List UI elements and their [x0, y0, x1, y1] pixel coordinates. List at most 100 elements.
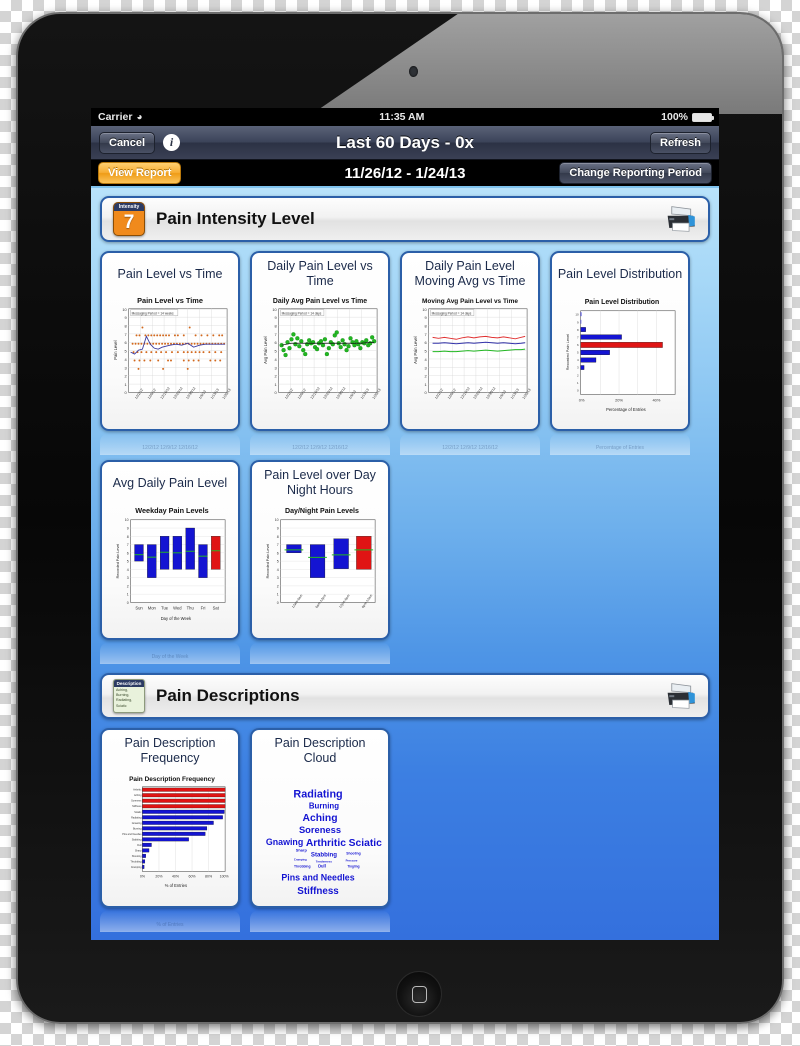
card-pain-level-distribution[interactable]: Pain Level Distribution Pain Level Distr… — [550, 251, 690, 431]
chart-weekday-pain-levels: Weekday Pain Levels 10 9 8 7 6 5 4 3 2 1… — [107, 501, 233, 633]
svg-text:1: 1 — [277, 593, 279, 597]
svg-text:7: 7 — [125, 332, 127, 337]
card-pain-level-vs-time[interactable]: Pain Level vs Time Pain Level vs Time Me… — [100, 251, 240, 431]
svg-text:6: 6 — [125, 340, 128, 345]
svg-text:Recorded Pain Level: Recorded Pain Level — [565, 334, 570, 371]
view-report-button[interactable]: View Report — [98, 162, 182, 184]
svg-text:6: 6 — [577, 343, 579, 347]
svg-text:5: 5 — [125, 349, 128, 354]
intensity-badge-icon: Intensity 7 — [113, 202, 145, 236]
svg-text:9: 9 — [277, 526, 279, 530]
svg-text:0%: 0% — [579, 397, 585, 402]
card-reflection: Day of the Week — [100, 642, 240, 664]
svg-text:Pain Level: Pain Level — [113, 340, 118, 359]
svg-text:7: 7 — [275, 332, 277, 337]
chart-daily-avg-pain-level: Daily Avg Pain Level vs Time Messaging P… — [257, 292, 383, 424]
chart-day-night-pain-levels: Day/Night Pain Levels 10 9 8 7 6 5 4 3 2… — [257, 501, 383, 633]
svg-text:5: 5 — [277, 560, 279, 564]
svg-text:9: 9 — [125, 315, 127, 320]
cloud-word-aching: Aching — [303, 813, 338, 824]
cloud-word-stabbing: Stabbing — [311, 852, 337, 859]
svg-text:3: 3 — [127, 576, 129, 580]
card-reflection: % of Entries — [100, 910, 240, 932]
cloud-word-arthritic: Arthritic — [306, 838, 346, 849]
svg-text:3: 3 — [275, 365, 278, 370]
card-title: Pain Level vs Time — [117, 266, 223, 281]
svg-text:4: 4 — [277, 568, 279, 572]
svg-text:Stiffness: Stiffness — [132, 805, 142, 808]
svg-text:2: 2 — [275, 374, 277, 379]
card-daily-moving-avg[interactable]: Daily Pain Level Moving Avg vs Time Movi… — [400, 251, 540, 431]
svg-text:Cramping: Cramping — [131, 866, 142, 869]
card-pain-description-cloud[interactable]: Pain Description Cloud Radiating Burning… — [250, 728, 390, 908]
card-title: Pain Description Frequency — [124, 736, 216, 765]
svg-text:Messaging Period = 14 days: Messaging Period = 14 days — [282, 311, 322, 315]
svg-text:2: 2 — [125, 374, 127, 379]
svg-text:4: 4 — [425, 357, 428, 362]
section-header-pain-intensity[interactable]: Intensity 7 Pain Intensity Level — [100, 196, 710, 242]
screen-glare — [312, 14, 782, 114]
card-reflection — [250, 642, 390, 664]
info-icon[interactable]: i — [163, 134, 181, 151]
svg-text:Wed: Wed — [173, 605, 182, 610]
printer-icon[interactable] — [663, 205, 697, 233]
svg-text:Recorded Pain Level: Recorded Pain Level — [266, 544, 270, 579]
svg-text:7: 7 — [277, 543, 279, 547]
home-button[interactable] — [396, 971, 442, 1017]
cloud-word-cramping: Cramping — [294, 858, 307, 862]
svg-text:4: 4 — [127, 568, 129, 572]
description-badge-icon: Description Aching, Burning, Radiating, Sci… — [113, 679, 145, 713]
card-reflection: 12/2/12 12/9/12 12/16/12 — [400, 433, 540, 455]
svg-text:1: 1 — [577, 381, 579, 385]
svg-text:20%: 20% — [615, 397, 623, 402]
svg-text:1: 1 — [125, 382, 127, 387]
refresh-button[interactable]: Refresh — [650, 131, 711, 154]
chart-row-2: Avg Daily Pain Level Weekday Pain Levels — [100, 460, 710, 640]
svg-text:0%: 0% — [140, 874, 146, 878]
svg-text:Thu: Thu — [187, 605, 195, 610]
cloud-word-pressure: Pressure — [346, 859, 358, 863]
svg-text:9: 9 — [275, 315, 277, 320]
svg-text:4: 4 — [275, 357, 278, 362]
cancel-button[interactable]: Cancel — [99, 131, 156, 154]
ipad-device: Carrier ◕ 11:35 AM 100% Cancel i Last 60… — [16, 12, 784, 1024]
printer-icon[interactable] — [663, 682, 697, 710]
svg-text:Pain Level vs Time: Pain Level vs Time — [137, 296, 203, 305]
chart-pain-level-vs-time: Pain Level vs Time Messaging Period = 14… — [107, 292, 233, 424]
svg-text:2: 2 — [577, 373, 579, 377]
svg-text:5: 5 — [425, 349, 428, 354]
card-reflection: 12/2/12 12/9/12 12/16/12 — [250, 433, 390, 455]
svg-text:4: 4 — [125, 357, 128, 362]
svg-text:5: 5 — [127, 560, 129, 564]
chart-pain-description-frequency: Pain Description Frequency Arthritic Achi… — [107, 769, 233, 901]
page-title: Last 60 Days - 0x — [336, 132, 474, 152]
status-time: 11:35 AM — [379, 111, 425, 123]
svg-text:Throbbing: Throbbing — [130, 860, 142, 863]
intensity-badge-value: 7 — [123, 212, 135, 233]
svg-text:80%: 80% — [205, 874, 213, 878]
svg-text:9: 9 — [127, 526, 129, 530]
svg-text:Sharp: Sharp — [135, 849, 142, 852]
section-header-pain-descriptions[interactable]: Description Aching, Burning, Radiating, Sci… — [100, 673, 710, 719]
svg-text:Fri: Fri — [201, 605, 206, 610]
svg-text:8: 8 — [127, 535, 129, 539]
svg-text:0: 0 — [127, 601, 129, 605]
section-title: Pain Descriptions — [156, 686, 300, 705]
card-pain-level-day-night[interactable]: Pain Level over Day Night Hours Day/Nigh… — [250, 460, 390, 640]
svg-text:3: 3 — [277, 576, 279, 580]
status-bar: Carrier ◕ 11:35 AM 100% — [91, 108, 719, 126]
svg-text:Daily Avg Pain Level vs Time: Daily Avg Pain Level vs Time — [273, 298, 367, 305]
cloud-word-tingling: Tingling — [347, 864, 359, 868]
svg-text:0: 0 — [125, 390, 128, 395]
card-daily-pain-level-vs-time[interactable]: Daily Pain Level vs Time Daily Avg Pain … — [250, 251, 390, 431]
card-title: Pain Level Distribution — [557, 266, 683, 281]
card-pain-description-frequency[interactable]: Pain Description Frequency Pain Descript… — [100, 728, 240, 908]
svg-text:6: 6 — [277, 551, 279, 555]
svg-text:5: 5 — [577, 351, 579, 355]
svg-text:Arthritic: Arthritic — [133, 789, 142, 792]
card-title: Daily Pain Level vs Time — [267, 259, 373, 288]
svg-text:6: 6 — [275, 340, 278, 345]
card-avg-daily-pain-level[interactable]: Avg Daily Pain Level Weekday Pain Levels — [100, 460, 240, 640]
svg-text:8: 8 — [275, 323, 278, 328]
change-reporting-period-button[interactable]: Change Reporting Period — [559, 162, 712, 184]
